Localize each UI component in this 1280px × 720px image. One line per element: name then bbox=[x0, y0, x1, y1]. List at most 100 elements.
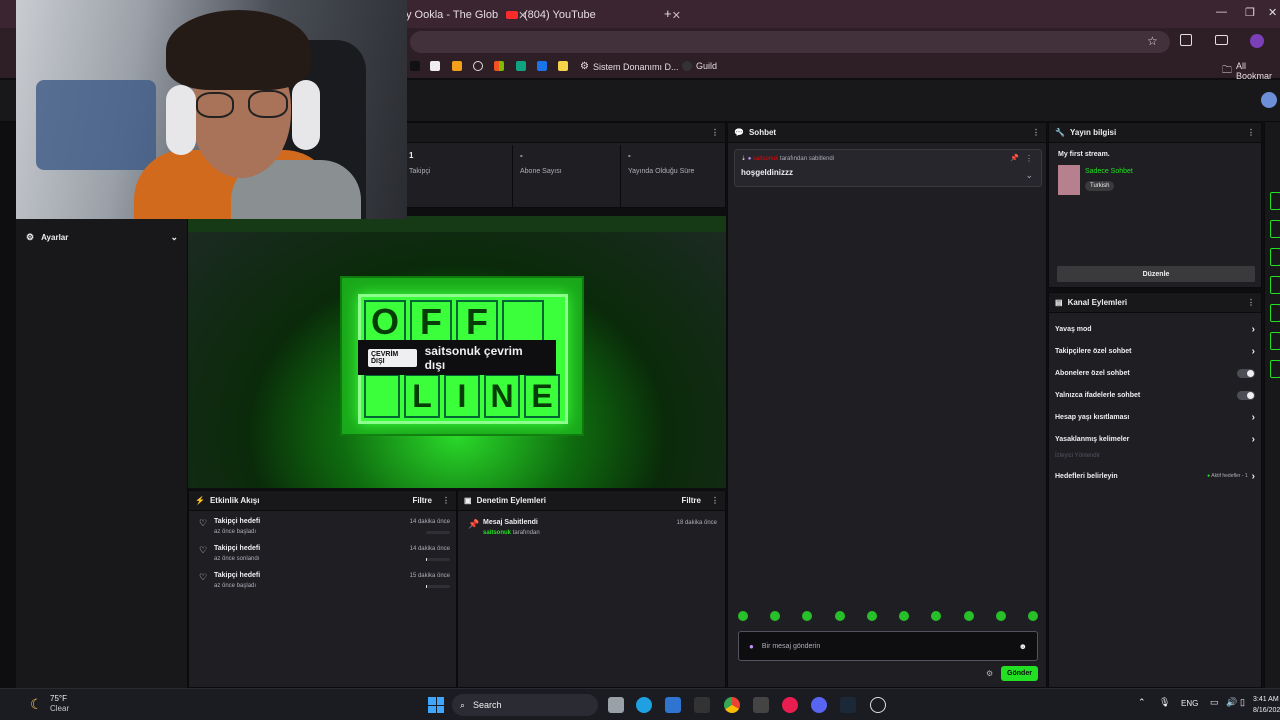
close-window-icon[interactable]: ✕ bbox=[1268, 6, 1277, 19]
bookmark-sistem[interactable]: ⚙ Sistem Donanımı D... bbox=[580, 61, 679, 72]
channel-action-row[interactable]: Abonelere özel sohbet bbox=[1055, 366, 1255, 380]
quick-action-icon[interactable] bbox=[1270, 304, 1280, 322]
browser-tab-youtube[interactable]: (804) YouTube ✕ bbox=[506, 4, 681, 26]
new-tab-button[interactable]: + bbox=[664, 6, 672, 21]
category-boxart[interactable] bbox=[1058, 165, 1080, 195]
bookmark-icon[interactable] bbox=[516, 61, 526, 71]
send-button[interactable]: Gönder bbox=[1001, 666, 1038, 681]
bookmark-guild[interactable]: Guild bbox=[682, 61, 717, 71]
chat-panel: 💬 Sohbet ⋮ ⇣ ● saitsonuk tarafından sabi… bbox=[727, 122, 1047, 688]
quick-action-icon[interactable] bbox=[1270, 220, 1280, 238]
emote-icon[interactable] bbox=[899, 611, 910, 621]
network-icon[interactable]: ▭ bbox=[1210, 697, 1219, 708]
stream-preview[interactable]: O F F L I N E ÇEVRİM DIŞI saitsonuk çevr… bbox=[188, 216, 726, 488]
emote-icon[interactable] bbox=[931, 611, 942, 621]
bookmark-icon[interactable] bbox=[473, 61, 483, 71]
bookmark-icon[interactable] bbox=[452, 61, 462, 71]
stat-live-time: - Yayında Olduğu Süre bbox=[628, 151, 723, 175]
extensions-icon[interactable] bbox=[1180, 34, 1192, 46]
mod-user[interactable]: saitsonuk bbox=[483, 530, 511, 536]
pinned-meta: ⇣ ● saitsonuk tarafından sabitlendi bbox=[741, 155, 834, 162]
all-bookmarks[interactable]: 🗀 All Bookmar bbox=[1222, 61, 1280, 81]
filter-button[interactable]: Filtre bbox=[681, 496, 701, 505]
channel-action-label: Hesap yaşı kısıtlaması bbox=[1055, 413, 1130, 421]
maximize-icon[interactable]: ❐ bbox=[1245, 6, 1255, 19]
channel-action-row[interactable]: Yasaklanmış kelimeler › bbox=[1055, 432, 1255, 446]
more-icon[interactable]: ⋮ bbox=[1025, 154, 1033, 163]
goals-row[interactable]: Hedefleri belirleyin ● Aktif hedefler - … bbox=[1055, 469, 1255, 483]
quick-action-icon[interactable] bbox=[1270, 276, 1280, 294]
close-icon[interactable]: ✕ bbox=[672, 9, 681, 22]
bookmark-icon[interactable] bbox=[430, 61, 440, 71]
bookmark-icon[interactable] bbox=[558, 61, 568, 71]
more-icon[interactable]: ⋮ bbox=[1032, 128, 1040, 137]
clock[interactable]: 3:41 AM 8/16/202 bbox=[1253, 694, 1280, 716]
photos-icon[interactable] bbox=[665, 697, 681, 713]
filter-button[interactable]: Filtre bbox=[412, 496, 432, 505]
steam-icon[interactable] bbox=[840, 697, 856, 713]
more-icon[interactable]: ⋮ bbox=[711, 128, 719, 137]
profile-avatar[interactable] bbox=[1250, 34, 1264, 48]
language-indicator[interactable]: ENG bbox=[1181, 699, 1198, 708]
activity-item[interactable]: ♡ Takipçi hedefi az önce başladı 15 daki… bbox=[197, 571, 450, 595]
emote-icon[interactable] bbox=[770, 611, 781, 621]
emote-icon[interactable] bbox=[802, 611, 813, 621]
channel-action-row[interactable]: Hesap yaşı kısıtlaması › bbox=[1055, 410, 1255, 424]
quick-action-icon[interactable] bbox=[1270, 360, 1280, 378]
more-icon[interactable]: ⋮ bbox=[1247, 128, 1255, 137]
taskbar-search[interactable]: ⌕ Search bbox=[452, 694, 598, 716]
outlook-icon[interactable] bbox=[537, 61, 547, 71]
side-panel-icon[interactable] bbox=[1215, 35, 1228, 45]
bookmark-icon[interactable] bbox=[410, 61, 420, 71]
emote-icon[interactable] bbox=[834, 611, 845, 621]
minimize-icon[interactable]: — bbox=[1216, 6, 1227, 18]
battery-icon[interactable]: ▯ bbox=[1240, 697, 1245, 708]
windows-start-icon[interactable] bbox=[428, 697, 444, 713]
app-icon[interactable] bbox=[753, 697, 769, 713]
channel-action-row[interactable]: Yavaş mod › bbox=[1055, 322, 1255, 336]
edit-button[interactable]: Düzenle bbox=[1057, 266, 1255, 282]
activity-item[interactable]: ♡ Takipçi hedefi az önce başladı 14 daki… bbox=[197, 517, 450, 541]
quick-action-icon[interactable] bbox=[1270, 332, 1280, 350]
emote-icon[interactable] bbox=[738, 611, 748, 621]
language-tag[interactable]: Turkish bbox=[1085, 181, 1115, 191]
emote-icon[interactable] bbox=[963, 611, 974, 621]
edge-icon[interactable] bbox=[636, 697, 652, 713]
app-icon[interactable] bbox=[870, 697, 886, 713]
more-icon[interactable]: ⋮ bbox=[1247, 298, 1255, 307]
more-icon[interactable]: ⋮ bbox=[442, 496, 450, 505]
bookmark-star-icon[interactable]: ☆ bbox=[1147, 34, 1158, 48]
app-icon[interactable] bbox=[694, 697, 710, 713]
chat-settings-icon[interactable]: ⚙ bbox=[986, 669, 993, 678]
temperature: 75°F bbox=[50, 694, 67, 703]
user-avatar[interactable] bbox=[1261, 92, 1277, 108]
address-bar[interactable] bbox=[410, 31, 1170, 53]
activity-item[interactable]: ♡ Takipçi hedefi az önce sonlandı 14 dak… bbox=[197, 544, 450, 568]
channel-action-row[interactable]: Takipçilere özel sohbet › bbox=[1055, 344, 1255, 358]
more-icon[interactable]: ⋮ bbox=[711, 496, 719, 505]
chrome-icon[interactable] bbox=[724, 697, 740, 713]
weather-widget[interactable]: 75°F Clear bbox=[50, 694, 69, 714]
chevron-down-icon[interactable]: ⌄ bbox=[1025, 170, 1033, 181]
discord-icon[interactable] bbox=[811, 697, 827, 713]
category-link[interactable]: Sadece Sohbet bbox=[1085, 168, 1133, 175]
emote-icon[interactable] bbox=[995, 611, 1006, 621]
emote-icon[interactable] bbox=[866, 611, 877, 621]
quick-action-icon[interactable] bbox=[1270, 192, 1280, 210]
settings-menu[interactable]: ⚙ Ayarlar ⌄ bbox=[16, 226, 188, 248]
emoji-icon[interactable]: ☻ bbox=[1019, 642, 1027, 651]
mic-icon[interactable]: 🎙 bbox=[1159, 697, 1170, 708]
pin-toggle-icon[interactable]: 📌 bbox=[1010, 154, 1019, 162]
microsoft-icon[interactable] bbox=[494, 61, 504, 71]
media-player-icon[interactable] bbox=[782, 697, 798, 713]
emote-icon[interactable] bbox=[1027, 611, 1038, 621]
pinned-message[interactable]: ⇣ ● saitsonuk tarafından sabitlendi hoşg… bbox=[734, 149, 1042, 187]
volume-icon[interactable]: 🔊 bbox=[1226, 697, 1237, 708]
toggle-switch[interactable] bbox=[1237, 368, 1255, 378]
channel-action-row[interactable]: Yalnızca ifadelerle sohbet bbox=[1055, 388, 1255, 402]
chevron-up-icon[interactable]: ⌃ bbox=[1138, 697, 1146, 708]
task-view-icon[interactable] bbox=[608, 697, 624, 713]
quick-action-icon[interactable] bbox=[1270, 248, 1280, 266]
toggle-switch[interactable] bbox=[1237, 390, 1255, 400]
chat-input[interactable]: ● Bir mesaj gönderin ☻ bbox=[738, 631, 1038, 661]
